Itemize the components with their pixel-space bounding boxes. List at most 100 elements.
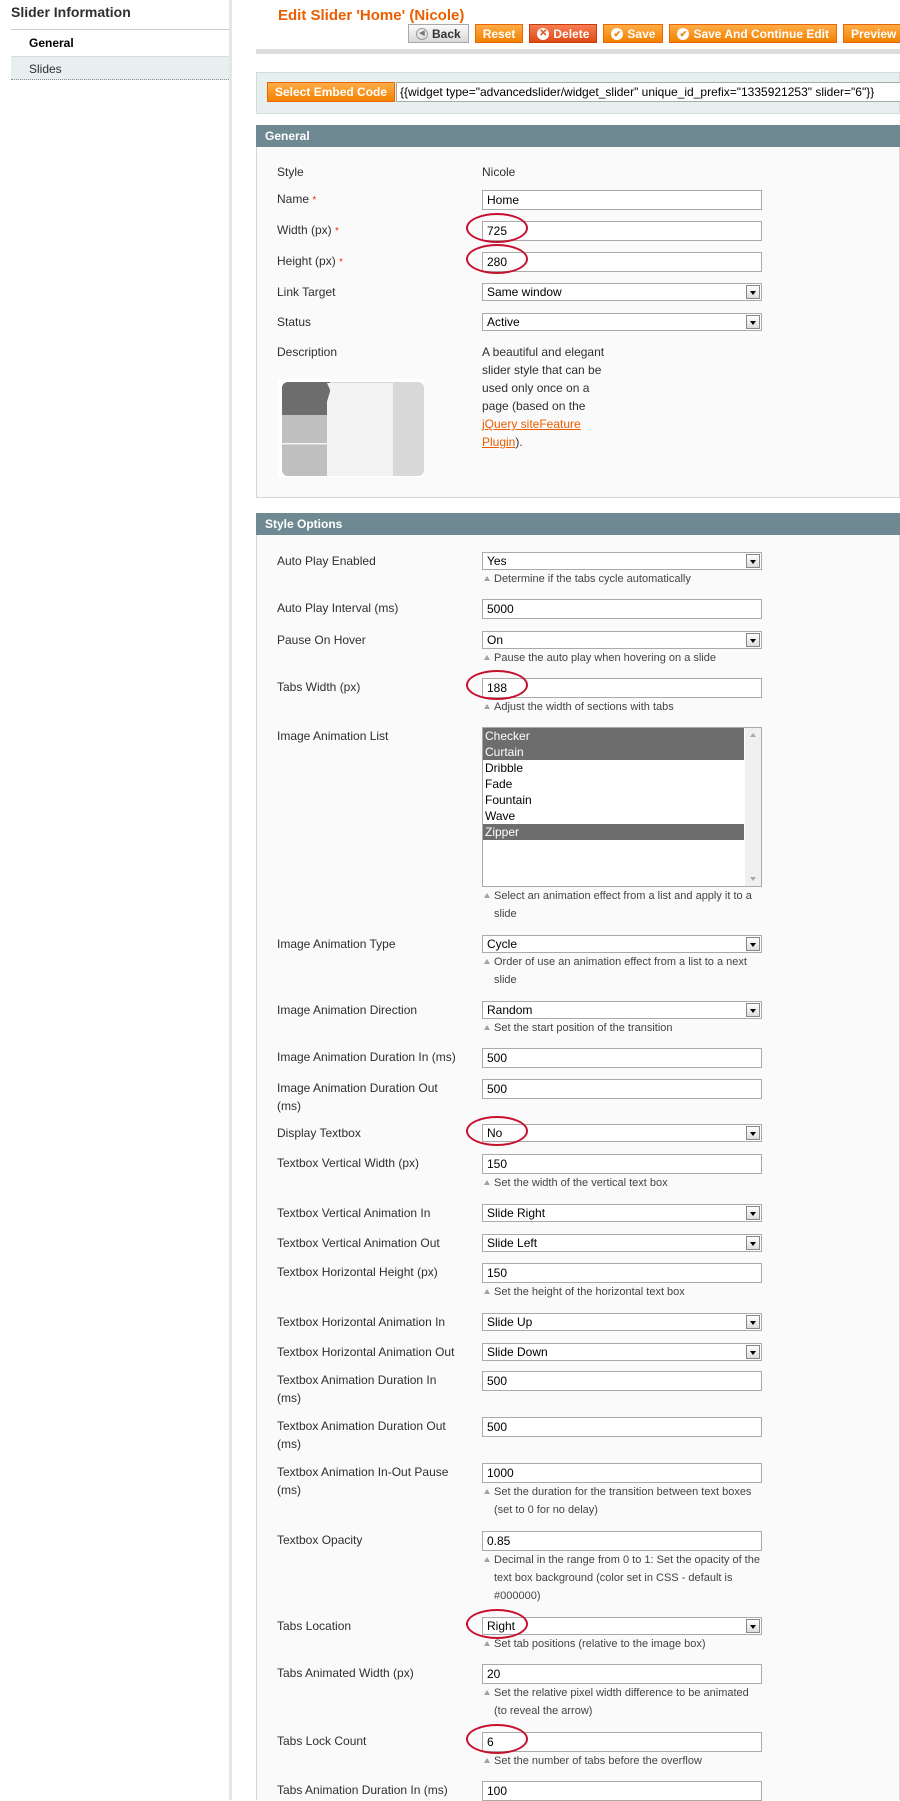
image-animation-duration-out-input[interactable] bbox=[482, 1079, 762, 1099]
name-input[interactable] bbox=[482, 190, 762, 210]
link-target-label: Link Target bbox=[277, 285, 336, 299]
preview-button[interactable]: Preview bbox=[843, 24, 900, 43]
field-note: Order of use an animation effect from a … bbox=[482, 953, 762, 989]
embed-code-box: Select Embed Code bbox=[256, 72, 900, 114]
delete-x-icon: ✕ bbox=[537, 27, 550, 40]
dropdown-arrow-icon bbox=[746, 1206, 760, 1220]
dropdown-arrow-icon bbox=[746, 1315, 760, 1329]
textbox-opacity-input[interactable] bbox=[482, 1531, 762, 1551]
textbox-horizontal-height-label: Textbox Horizontal Height (px) bbox=[277, 1265, 438, 1279]
listbox-option[interactable]: Dribble bbox=[483, 760, 744, 776]
image-animation-type-select[interactable]: Cycle bbox=[482, 935, 762, 953]
width-input[interactable] bbox=[482, 221, 762, 241]
textbox-vertical-animation-in-select[interactable]: Slide Right bbox=[482, 1204, 762, 1222]
status-select[interactable]: Active bbox=[482, 313, 762, 331]
sidebar-item-general[interactable]: General bbox=[11, 31, 231, 55]
height-label: Height (px) bbox=[277, 254, 336, 268]
tabs-lock-count-input[interactable] bbox=[482, 1732, 762, 1752]
sidebar-border bbox=[229, 0, 232, 1800]
save-and-continue-button[interactable]: ✔ Save And Continue Edit bbox=[669, 24, 837, 43]
pause-on-hover-label: Pause On Hover bbox=[277, 633, 366, 647]
field-note: Set the width of the vertical text box bbox=[482, 1174, 762, 1192]
description-label: Description bbox=[277, 345, 338, 359]
sidebar-item-slides[interactable]: Slides bbox=[11, 56, 231, 80]
dropdown-arrow-icon bbox=[746, 1345, 760, 1359]
width-label: Width (px) bbox=[277, 223, 332, 237]
back-button[interactable]: ◀ Back bbox=[408, 24, 469, 43]
section-header-style-options: Style Options bbox=[256, 513, 900, 535]
textbox-vertical-width-label: Textbox Vertical Width (px) bbox=[277, 1156, 420, 1170]
sidebar: Slider Information General Slides bbox=[0, 0, 231, 1800]
field-note: Set the height of the horizontal text bo… bbox=[482, 1283, 762, 1301]
textbox-vertical-animation-out-select[interactable]: Slide Left bbox=[482, 1234, 762, 1252]
sidebar-title: Slider Information bbox=[11, 4, 131, 20]
delete-label: Delete bbox=[553, 26, 590, 41]
field-note: Set the duration for the transition betw… bbox=[482, 1483, 762, 1519]
back-arrow-icon: ◀ bbox=[416, 27, 428, 40]
textbox-horizontal-animation-in-select[interactable]: Slide Up bbox=[482, 1313, 762, 1331]
required-mark: * bbox=[312, 195, 317, 206]
link-target-select[interactable]: Same window bbox=[482, 283, 762, 301]
textbox-animation-pause-input[interactable] bbox=[482, 1463, 762, 1483]
field-note: Determine if the tabs cycle automaticall… bbox=[482, 570, 762, 588]
scroll-up-icon[interactable] bbox=[750, 733, 756, 737]
required-mark: * bbox=[335, 226, 339, 237]
tabs-location-select[interactable]: Right bbox=[482, 1617, 762, 1635]
textbox-horizontal-height-input[interactable] bbox=[482, 1263, 762, 1283]
tabs-animated-width-label: Tabs Animated Width (px) bbox=[277, 1666, 414, 1680]
pause-on-hover-select[interactable]: On bbox=[482, 631, 762, 649]
field-note: Set the number of tabs before the overfl… bbox=[482, 1752, 762, 1770]
tabs-lock-count-label: Tabs Lock Count bbox=[277, 1734, 367, 1748]
style-options-fieldset: Auto Play Enabled Yes Determine if the t… bbox=[256, 535, 900, 1801]
image-animation-direction-select[interactable]: Random bbox=[482, 1001, 762, 1019]
dropdown-arrow-icon bbox=[746, 315, 760, 329]
auto-play-interval-input[interactable] bbox=[482, 599, 762, 619]
listbox-option[interactable]: Zipper bbox=[483, 824, 744, 840]
auto-play-enabled-label: Auto Play Enabled bbox=[277, 554, 376, 568]
tabs-animation-duration-in-input[interactable] bbox=[482, 1781, 762, 1801]
tabs-width-input[interactable] bbox=[482, 678, 762, 698]
listbox-option[interactable]: Wave bbox=[483, 808, 744, 824]
listbox-scrollbar[interactable] bbox=[745, 728, 761, 886]
auto-play-enabled-select[interactable]: Yes bbox=[482, 552, 762, 570]
jquery-plugin-link[interactable]: jQuery siteFeature Plugin bbox=[482, 417, 581, 449]
field-note: Pause the auto play when hovering on a s… bbox=[482, 649, 762, 667]
embed-code-input[interactable] bbox=[396, 82, 900, 102]
textbox-vertical-width-input[interactable] bbox=[482, 1154, 762, 1174]
listbox-option[interactable]: Curtain bbox=[483, 744, 744, 760]
description-text: A beautiful and elegant slider style tha… bbox=[482, 345, 605, 449]
listbox-option[interactable]: Fade bbox=[483, 776, 744, 792]
textbox-animation-duration-out-input[interactable] bbox=[482, 1417, 762, 1437]
dropdown-arrow-icon bbox=[746, 633, 760, 647]
delete-button[interactable]: ✕ Delete bbox=[529, 24, 598, 43]
tabs-animation-duration-in-label: Tabs Animation Duration In (ms) bbox=[277, 1783, 448, 1797]
field-note: Set tab positions (relative to the image… bbox=[482, 1635, 762, 1653]
status-label: Status bbox=[277, 315, 312, 329]
section-header-general: General bbox=[256, 125, 900, 147]
image-animation-listbox[interactable]: Checker Curtain Dribble Fade Fountain Wave Zip… bbox=[482, 727, 762, 887]
textbox-horizontal-animation-out-select[interactable]: Slide Down bbox=[482, 1343, 762, 1361]
listbox-option[interactable]: Checker bbox=[483, 728, 744, 744]
listbox-option[interactable]: Fountain bbox=[483, 792, 744, 808]
save-button[interactable]: ✔ Save bbox=[603, 24, 664, 43]
check-icon: ✔ bbox=[677, 27, 690, 40]
check-icon: ✔ bbox=[611, 27, 624, 40]
header-divider bbox=[256, 49, 900, 54]
textbox-animation-duration-in-label: Textbox Animation Duration In (ms) bbox=[277, 1373, 437, 1405]
height-input[interactable] bbox=[482, 252, 762, 272]
tabs-animated-width-input[interactable] bbox=[482, 1664, 762, 1684]
display-textbox-select[interactable]: No bbox=[482, 1124, 762, 1142]
image-animation-duration-out-label: Image Animation Duration Out (ms) bbox=[277, 1081, 438, 1113]
field-note: Adjust the width of sections with tabs bbox=[482, 698, 762, 716]
dropdown-arrow-icon bbox=[746, 1003, 760, 1017]
reset-button[interactable]: Reset bbox=[474, 24, 524, 43]
display-textbox-label: Display Textbox bbox=[277, 1126, 361, 1140]
textbox-animation-duration-in-input[interactable] bbox=[482, 1371, 762, 1391]
textbox-animation-pause-label: Textbox Animation In-Out Pause (ms) bbox=[277, 1465, 449, 1497]
image-animation-type-label: Image Animation Type bbox=[277, 937, 396, 951]
scroll-down-icon[interactable] bbox=[750, 877, 756, 881]
select-embed-code-button[interactable]: Select Embed Code bbox=[267, 82, 396, 102]
tabs-location-label: Tabs Location bbox=[277, 1619, 352, 1633]
image-animation-duration-in-input[interactable] bbox=[482, 1048, 762, 1068]
save-continue-label: Save And Continue Edit bbox=[693, 26, 829, 41]
